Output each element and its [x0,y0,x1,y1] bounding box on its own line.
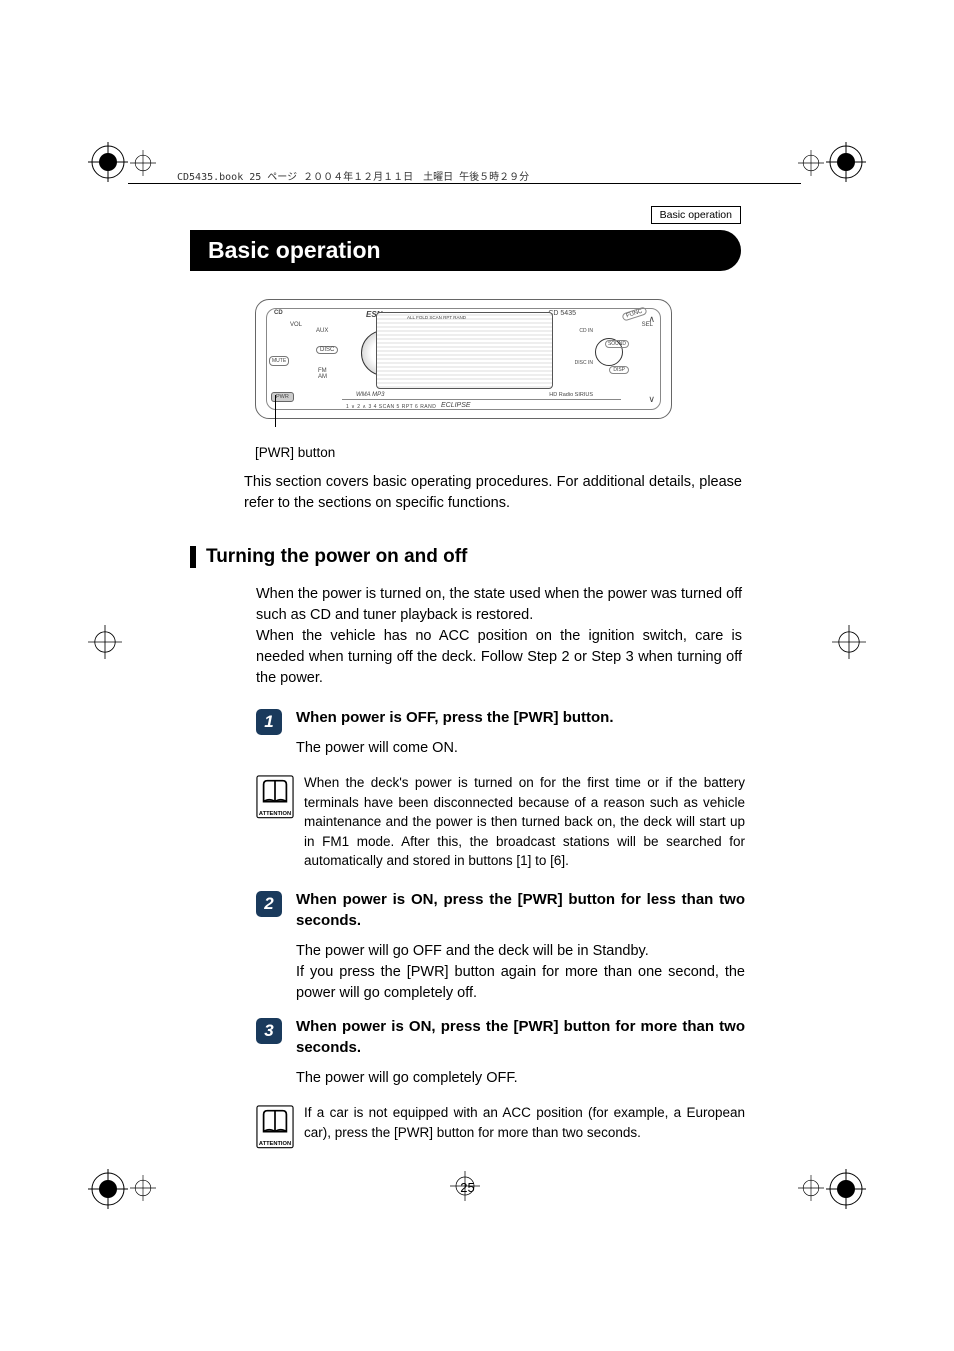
device-label-hdradio: HD Radio SIRIUS [549,392,593,398]
device-screen-top: ALL FOLD SCAN RPT RAND [407,315,466,320]
step-text: The power will go completely OFF. [296,1068,745,1089]
pwr-pointer-line [275,395,276,427]
subheading-text: Turning the power on and off [206,546,467,568]
step-1: 1 When power is OFF, press the [PWR] but… [256,707,745,759]
attention-icon: ATTENTION [256,775,294,824]
device-illustration: CD VOL AUX DISC MUTE FM AM PWR ESN CD 54… [255,299,672,419]
svg-text:ATTENTION: ATTENTION [259,811,291,817]
device-label-fmam: FM AM [318,368,327,380]
sub-intro-1: When the power is turned on, the state u… [256,584,742,626]
attention-note-2: ATTENTION If a car is not equipped with … [256,1103,745,1154]
page-number: 25 [190,1180,745,1195]
step-number-badge: 3 [256,1018,282,1044]
subheading-bar-icon [190,546,196,568]
crop-mark-icon [798,1175,824,1201]
attention-note-1: ATTENTION When the deck's power is turne… [256,773,745,871]
step-title: When power is OFF, press the [PWR] butto… [296,707,745,728]
device-label-disc: DISC [316,346,338,354]
crop-mark-icon [130,150,156,176]
device-label-vol: VOL [290,322,302,328]
device-label-disp: DISP [609,366,629,374]
crop-mark-icon [832,625,866,659]
device-label-discin: DISC IN [575,360,593,366]
device-label-eclipse: ECLIPSE [441,402,471,409]
pwr-button-callout: [PWR] button [255,445,745,460]
attention-text: If a car is not equipped with an ACC pos… [304,1103,745,1142]
subheading: Turning the power on and off [190,546,745,568]
attention-text: When the deck's power is turned on for t… [304,773,745,871]
section-tab: Basic operation [651,206,741,224]
crop-mark-icon [130,1175,156,1201]
device-label-wma: WMA MP3 [356,392,384,398]
step-3: 3 When power is ON, press the [PWR] butt… [256,1016,745,1089]
step-title: When power is ON, press the [PWR] button… [296,1016,745,1058]
sub-intro-2: When the vehicle has no ACC position on … [256,626,742,689]
step-number-badge: 1 [256,709,282,735]
step-text: The power will go OFF and the deck will … [296,941,745,1004]
intro-text: This section covers basic operating proc… [244,472,742,514]
device-label-cdin: CD IN [579,328,593,334]
step-title: When power is ON, press the [PWR] button… [296,889,745,931]
device-label-sound: SOUND [605,340,629,348]
crop-mark-icon [88,142,128,182]
crop-mark-icon [798,150,824,176]
chapter-title: Basic operation [190,230,741,271]
crop-mark-icon [826,142,866,182]
device-screen: ALL FOLD SCAN RPT RAND [376,312,553,389]
attention-icon: ATTENTION [256,1105,294,1154]
device-label-buttons: 1 ∨ 2 ∧ 3 4 SCAN 5 RPT 6 RAND [346,404,436,410]
device-label-mute: MUTE [269,356,289,366]
step-2: 2 When power is ON, press the [PWR] butt… [256,889,745,1004]
svg-text:ATTENTION: ATTENTION [259,1141,291,1147]
step-number-badge: 2 [256,891,282,917]
device-label-cd: CD [274,310,283,316]
crop-mark-icon [88,1169,128,1209]
step-text: The power will come ON. [296,738,745,759]
crop-mark-icon [826,1169,866,1209]
header-rule [128,183,801,184]
crop-mark-icon [88,625,122,659]
running-header: CD5435.book 25 ページ ２００４年１２月１１日 土曜日 午後５時２… [177,168,529,183]
device-label-aux: AUX [316,328,328,334]
